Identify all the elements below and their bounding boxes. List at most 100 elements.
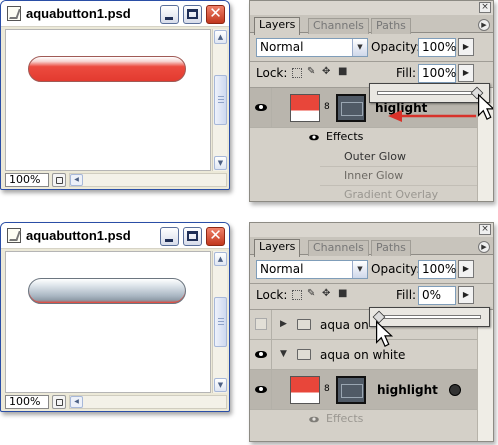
opacity-arrow-button[interactable]: ▶ bbox=[458, 38, 474, 56]
fill-label: Fill: bbox=[396, 288, 417, 302]
fill-slider-track[interactable] bbox=[377, 91, 481, 95]
close-button[interactable]: ✕ bbox=[206, 226, 225, 246]
aqua-button bbox=[28, 278, 186, 304]
layer-name: highlight bbox=[377, 383, 438, 397]
status-menu-button[interactable] bbox=[52, 395, 66, 409]
layer-thumbnail bbox=[290, 376, 320, 404]
tab-channels[interactable]: Channels bbox=[308, 18, 369, 34]
effect-outer-glow[interactable]: Outer Glow bbox=[344, 150, 406, 163]
fill-label: Fill: bbox=[396, 66, 417, 80]
palette-close-icon[interactable]: × bbox=[479, 224, 491, 235]
status-bar: 100% ◀ bbox=[5, 394, 227, 410]
document-canvas[interactable] bbox=[5, 29, 211, 171]
close-button[interactable]: ✕ bbox=[206, 4, 225, 24]
lock-label: Lock: bbox=[256, 288, 288, 302]
palette-menu-icon[interactable]: ▶ bbox=[478, 241, 490, 253]
visibility-toggle[interactable] bbox=[250, 88, 272, 127]
horizontal-scrollbar[interactable]: ◀ bbox=[69, 173, 227, 187]
tab-paths[interactable]: Paths bbox=[371, 240, 411, 256]
scroll-left-icon[interactable]: ◀ bbox=[70, 174, 83, 186]
aqua-button-highlight-red bbox=[28, 56, 186, 82]
status-bar: 100% ◀ bbox=[5, 172, 227, 188]
fill-arrow-button[interactable]: ▶ bbox=[458, 286, 474, 304]
folder-icon bbox=[297, 319, 311, 330]
blend-mode-value: Normal bbox=[260, 262, 304, 276]
tab-channels[interactable]: Channels bbox=[308, 240, 369, 256]
tab-layers[interactable]: Layers bbox=[254, 239, 301, 257]
scroll-down-icon[interactable]: ▼ bbox=[214, 378, 227, 392]
maximize-button[interactable] bbox=[183, 227, 202, 246]
opacity-arrow-button[interactable]: ▶ bbox=[458, 260, 474, 278]
scroll-thumb[interactable] bbox=[214, 75, 227, 125]
lock-all-icon[interactable]: ■ bbox=[338, 289, 348, 299]
zoom-level[interactable]: 100% bbox=[5, 395, 49, 409]
visibility-toggle[interactable] bbox=[250, 370, 272, 409]
lock-all-icon[interactable]: ■ bbox=[338, 67, 348, 77]
fill-slider-popup[interactable] bbox=[369, 83, 490, 103]
lock-paint-icon[interactable]: ✎ bbox=[307, 67, 317, 77]
folder-icon bbox=[297, 349, 311, 360]
document-window-bottom: aquabutton1.psd ✕ ▲ ▼ 100% ◀ bbox=[0, 222, 230, 412]
scroll-left-icon[interactable]: ◀ bbox=[70, 396, 83, 408]
tab-layers[interactable]: Layers bbox=[254, 17, 301, 35]
effects-eye-icon[interactable] bbox=[309, 416, 319, 423]
scroll-up-icon[interactable]: ▲ bbox=[214, 30, 227, 44]
document-titlebar[interactable]: aquabutton1.psd ✕ bbox=[1, 223, 229, 249]
fx-icon[interactable] bbox=[449, 384, 461, 396]
chevron-down-icon[interactable]: ▼ bbox=[352, 261, 367, 278]
tab-paths[interactable]: Paths bbox=[371, 18, 411, 34]
fill-field[interactable]: 100% bbox=[418, 64, 456, 83]
opacity-field[interactable]: 100% bbox=[418, 260, 456, 279]
document-canvas[interactable] bbox=[5, 251, 211, 393]
group-name: aqua on bbox=[320, 318, 369, 332]
layers-scrollbar[interactable] bbox=[477, 310, 493, 441]
lock-transparency-icon[interactable] bbox=[292, 290, 302, 300]
lock-paint-icon[interactable]: ✎ bbox=[307, 289, 317, 299]
layer-group-row[interactable]: ▼ aqua on white bbox=[250, 340, 477, 370]
palette-title-strip[interactable]: × bbox=[250, 1, 493, 15]
effect-gradient-overlay[interactable]: Gradient Overlay bbox=[344, 188, 438, 201]
palette-menu-icon[interactable]: ▶ bbox=[478, 19, 490, 31]
close-icon: ✕ bbox=[209, 4, 222, 22]
palette-title-strip[interactable]: × bbox=[250, 223, 493, 237]
lock-move-icon[interactable]: ✥ bbox=[322, 289, 332, 299]
fill-arrow-button[interactable]: ▶ bbox=[458, 64, 474, 82]
vertical-scrollbar[interactable]: ▲ ▼ bbox=[212, 29, 227, 171]
eye-icon bbox=[255, 104, 267, 111]
maximize-button[interactable] bbox=[183, 5, 202, 24]
scroll-thumb[interactable] bbox=[214, 297, 227, 347]
visibility-toggle[interactable] bbox=[250, 310, 272, 339]
lock-transparency-icon[interactable] bbox=[292, 68, 302, 78]
minimize-button[interactable] bbox=[160, 227, 179, 246]
collapse-triangle-icon[interactable]: ▼ bbox=[280, 349, 287, 359]
lock-move-icon[interactable]: ✥ bbox=[322, 67, 332, 77]
status-menu-button[interactable] bbox=[52, 173, 66, 187]
fill-field[interactable]: 0% bbox=[418, 286, 456, 305]
effects-row: Effects bbox=[250, 128, 477, 146]
document-titlebar[interactable]: aquabutton1.psd ✕ bbox=[1, 1, 229, 27]
layer-mask-thumbnail bbox=[336, 376, 366, 404]
visibility-toggle[interactable] bbox=[250, 340, 272, 369]
document-title: aquabutton1.psd bbox=[26, 228, 131, 243]
palette-close-icon[interactable]: × bbox=[479, 2, 491, 13]
effect-inner-glow[interactable]: Inner Glow bbox=[344, 169, 403, 182]
maximize-icon bbox=[187, 9, 198, 19]
minimize-button[interactable] bbox=[160, 5, 179, 24]
effects-eye-icon[interactable] bbox=[309, 134, 319, 141]
scroll-up-icon[interactable]: ▲ bbox=[214, 252, 227, 266]
vertical-scrollbar[interactable]: ▲ ▼ bbox=[212, 251, 227, 393]
blend-mode-select[interactable]: Normal ▼ bbox=[256, 260, 368, 279]
expand-triangle-icon[interactable]: ▶ bbox=[280, 319, 287, 329]
horizontal-scrollbar[interactable]: ◀ bbox=[69, 395, 227, 409]
opacity-field[interactable]: 100% bbox=[418, 38, 456, 57]
blend-mode-select[interactable]: Normal ▼ bbox=[256, 38, 368, 57]
zoom-level[interactable]: 100% bbox=[5, 173, 49, 187]
pointer-cursor-icon bbox=[375, 320, 394, 347]
scroll-down-icon[interactable]: ▼ bbox=[214, 156, 227, 170]
chevron-down-icon[interactable]: ▼ bbox=[352, 39, 367, 56]
effects-label: Effects bbox=[326, 130, 364, 143]
layers-list: 8 higlight Effects Outer Glow Inner Glow… bbox=[250, 88, 477, 201]
layer-row-highlight[interactable]: 8 highlight bbox=[250, 370, 477, 410]
fill-slider-track[interactable] bbox=[377, 315, 481, 319]
minimize-icon bbox=[165, 17, 173, 20]
